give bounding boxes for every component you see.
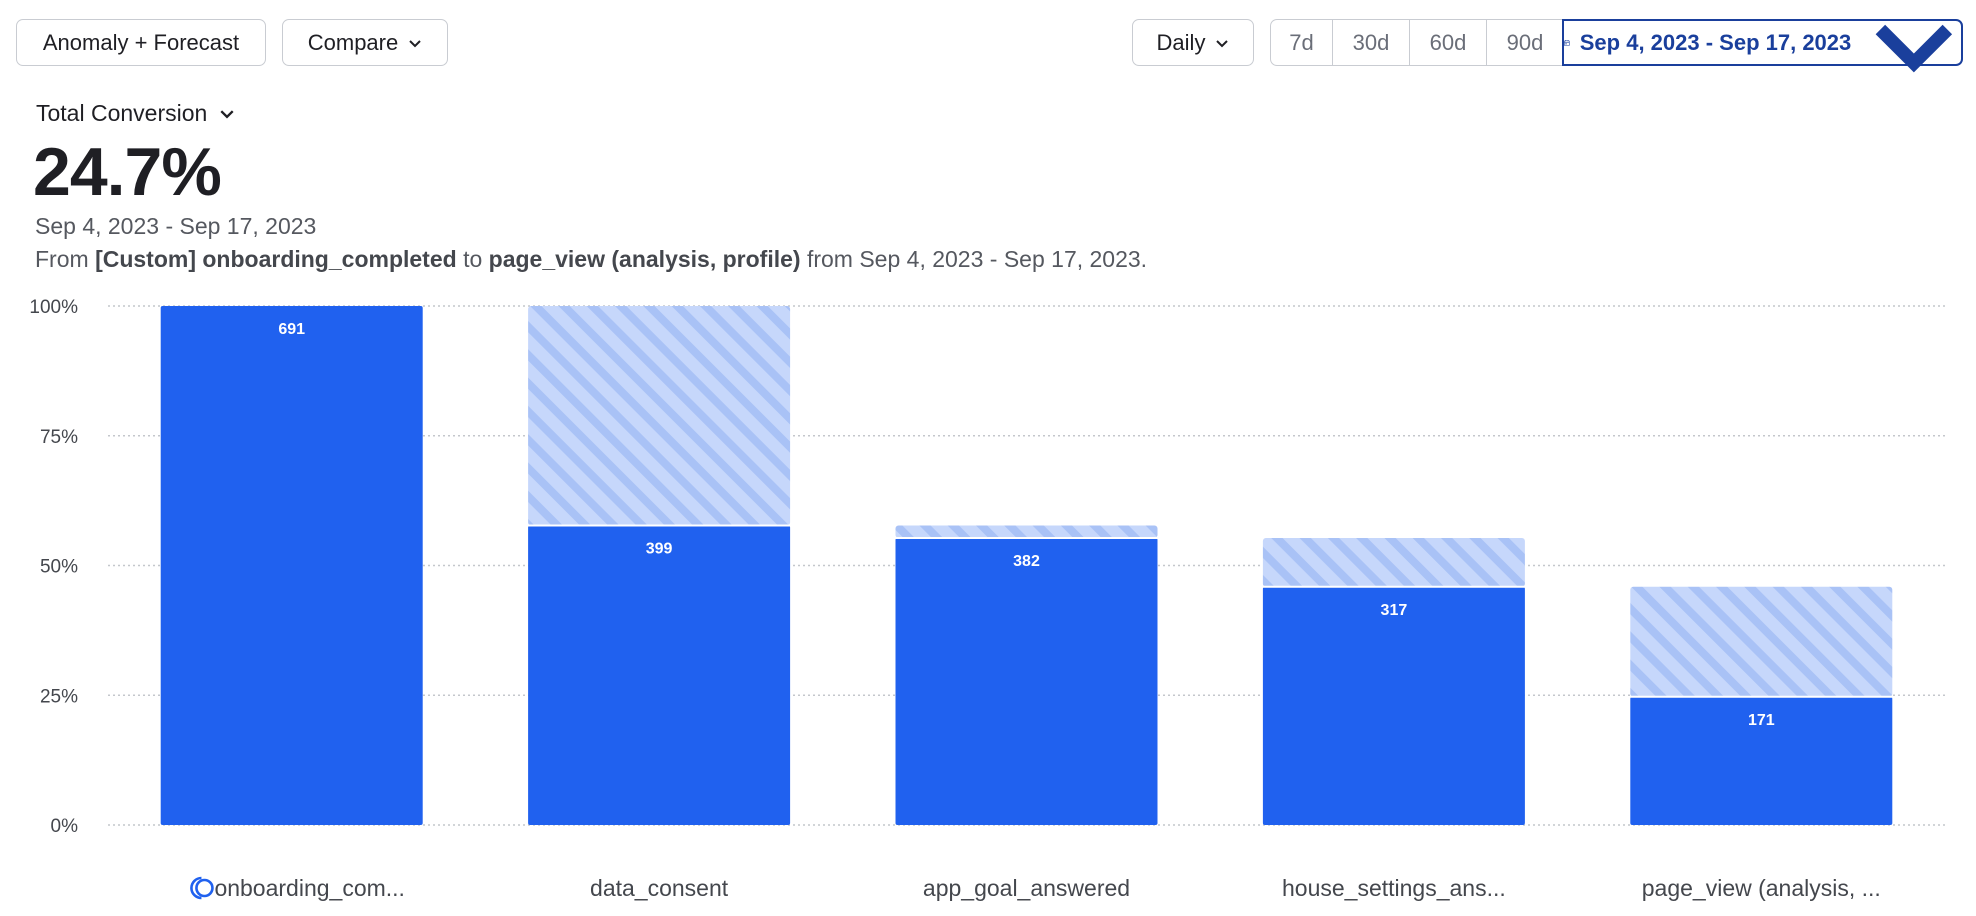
range-30d[interactable]: 30d [1333, 20, 1410, 65]
range-selector: 7d 30d 60d 90d [1270, 19, 1564, 66]
date-range-label: Sep 4, 2023 - Sep 17, 2023 [1579, 29, 1852, 55]
compare-button[interactable]: Compare [282, 19, 448, 66]
desc-to: to [463, 246, 483, 272]
category-label: house_settings_ans... [1282, 875, 1506, 901]
interval-dropdown[interactable]: Daily [1132, 19, 1254, 66]
dropoff-bar [1262, 537, 1525, 587]
custom-event-icon-ring [195, 878, 214, 898]
funnel-description: From [Custom] onboarding_completed to pa… [35, 246, 1147, 273]
category-label: data_consent [590, 875, 729, 901]
interval-label: Daily [1156, 29, 1206, 55]
bar-count-label: 317 [1381, 602, 1408, 619]
range-90d[interactable]: 90d [1487, 20, 1563, 65]
y-tick-label: 25% [40, 686, 78, 707]
conversion-bar [895, 537, 1158, 825]
category-label: onboarding_com... [214, 875, 405, 901]
y-tick-label: 100% [29, 297, 78, 318]
y-tick-label: 0% [51, 816, 79, 837]
chevron-down-icon [409, 39, 421, 47]
anomaly-forecast-button[interactable]: Anomaly + Forecast [16, 19, 266, 66]
bar-count-label: 399 [646, 541, 673, 558]
chevron-down-icon [1875, 24, 1953, 73]
metric-label: Total Conversion [36, 100, 208, 126]
y-tick-label: 75% [40, 427, 78, 448]
conversion-bar [528, 525, 791, 825]
desc-suffix: from Sep 4, 2023 - Sep 17, 2023. [806, 246, 1148, 272]
desc-start-event: [Custom] onboarding_completed [95, 246, 457, 272]
bar-count-label: 382 [1013, 553, 1040, 570]
desc-from: From [35, 246, 89, 272]
conversion-bar [1262, 586, 1525, 825]
anomaly-forecast-label: Anomaly + Forecast [42, 29, 240, 55]
range-7d[interactable]: 7d [1271, 20, 1333, 65]
dropoff-bar [528, 306, 791, 526]
dropoff-bar [1630, 586, 1893, 697]
y-tick-label: 50% [40, 557, 78, 578]
custom-event-icon [190, 876, 214, 900]
funnel-chart: 0% 25% 50% 75% 100% 691 onboarding_com... 399 d… [29, 297, 1945, 901]
bar-layer: 691 onboarding_com... 399 data_consent 382 ap… [160, 306, 1893, 901]
total-conversion-value: 24.7% [33, 134, 222, 210]
chevron-down-icon [220, 109, 234, 118]
dropoff-bar [895, 525, 1158, 538]
summary-date-range: Sep 4, 2023 - Sep 17, 2023 [35, 213, 317, 239]
desc-end-event: page_view (analysis, profile) [488, 246, 801, 272]
chevron-down-icon [1216, 39, 1229, 47]
category-label: page_view (analysis, ... [1642, 875, 1881, 901]
metric-dropdown[interactable]: Total Conversion [36, 100, 235, 127]
category-label: app_goal_answered [923, 875, 1130, 901]
bar-count-label: 691 [278, 321, 305, 338]
date-range-picker[interactable]: Sep 4, 2023 - Sep 17, 2023 [1562, 19, 1963, 73]
calendar-icon [1564, 39, 1570, 46]
compare-label: Compare [307, 29, 399, 55]
range-60d[interactable]: 60d [1410, 20, 1487, 65]
conversion-bar [160, 306, 423, 825]
bar-count-label: 171 [1748, 712, 1775, 729]
